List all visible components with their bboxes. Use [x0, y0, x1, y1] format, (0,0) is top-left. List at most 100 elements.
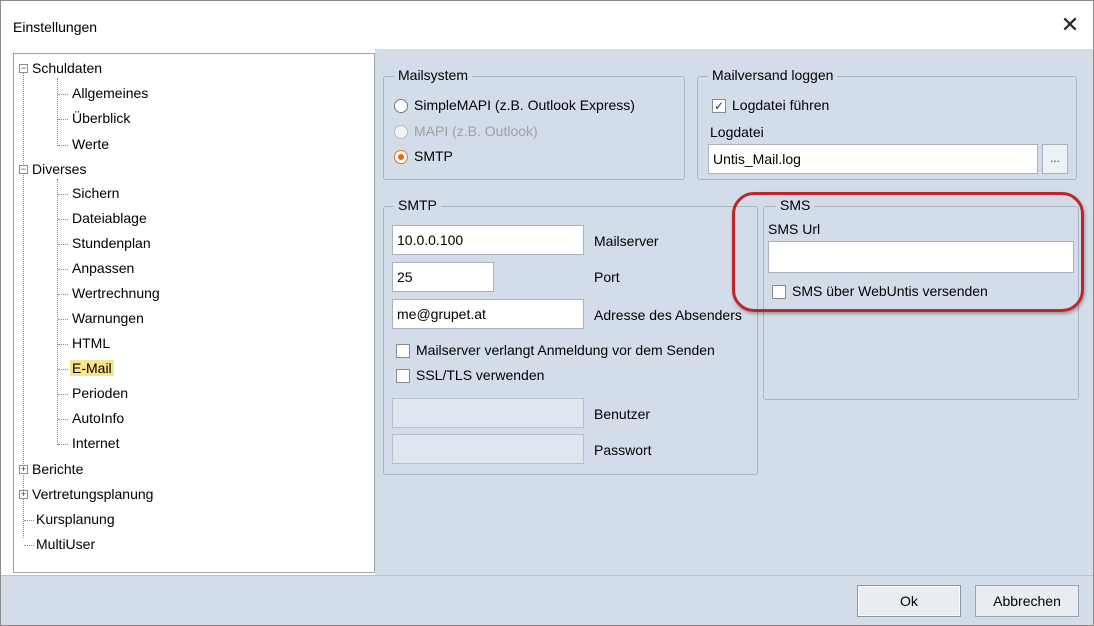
tree-node-html[interactable]: HTML	[72, 333, 110, 353]
tree-node-wertrechnung[interactable]: Wertrechnung	[72, 283, 160, 303]
tree-line	[58, 269, 68, 270]
tree-node-label: Warnungen	[72, 310, 144, 326]
smtp-group: SMTP 10.0.0.100 Mailserver 25 Port me@gr…	[383, 197, 758, 475]
auth-checkbox-label: Mailserver verlangt Anmeldung vor dem Se…	[416, 342, 715, 358]
mapi-radio[interactable]	[394, 125, 408, 139]
maillog-group-label: Mailversand loggen	[708, 67, 838, 83]
email-settings-panel: Mailsystem SimpleMAPI (z.B. Outlook Expr…	[375, 49, 1093, 575]
simplemapi-radio[interactable]	[394, 99, 408, 113]
tree-node-label: AutoInfo	[72, 410, 125, 426]
highlight-annotation	[732, 192, 1084, 312]
smtp-group-label: SMTP	[394, 197, 441, 213]
settings-dialog: Einstellungen ✕ − Schuldaten Allgemeines…	[0, 0, 1094, 626]
logfile-input[interactable]: Untis_Mail.log	[708, 144, 1038, 174]
tree-line	[24, 520, 34, 521]
ssl-checkbox-label: SSL/TLS verwenden	[416, 367, 545, 383]
tree-node-ueberblick[interactable]: Überblick	[72, 108, 130, 128]
tree-node-email[interactable]: E-Mail	[70, 358, 114, 378]
password-input[interactable]	[392, 434, 584, 464]
ok-button[interactable]: Ok	[857, 585, 961, 617]
tree-node-warnungen[interactable]: Warnungen	[72, 308, 144, 328]
collapse-icon[interactable]: −	[19, 165, 28, 174]
dialog-button-bar: Ok Abbrechen	[1, 575, 1093, 625]
tree-node-label: Internet	[72, 435, 120, 451]
logfile-checkbox-label: Logdatei führen	[732, 97, 830, 113]
tree-node-label: Wertrechnung	[72, 285, 160, 301]
logfile-checkbox[interactable]: ✓	[712, 99, 726, 113]
tree-node-perioden[interactable]: Perioden	[72, 383, 128, 403]
tree-node-label: E-Mail	[70, 360, 114, 376]
tree-line	[58, 219, 68, 220]
tree-line	[58, 294, 68, 295]
tree-line	[58, 419, 68, 420]
tree-node-dateiablage[interactable]: Dateiablage	[72, 208, 147, 228]
tree-node-internet[interactable]: Internet	[72, 433, 119, 453]
window-title: Einstellungen	[13, 19, 98, 35]
sender-address-input[interactable]: me@grupet.at	[392, 299, 584, 329]
title-bar: Einstellungen ✕	[1, 1, 1093, 49]
tree-node-vertretungsplanung[interactable]: Vertretungsplanung	[32, 484, 153, 504]
tree-line	[57, 78, 58, 146]
simplemapi-label: SimpleMAPI (z.B. Outlook Express)	[414, 97, 635, 113]
sender-address-label: Adresse des Absenders	[594, 307, 742, 323]
tree-line	[58, 394, 68, 395]
close-icon[interactable]: ✕	[1057, 13, 1083, 39]
tree-node-label: Berichte	[32, 461, 84, 477]
mapi-label: MAPI (z.B. Outlook)	[414, 123, 538, 139]
tree-node-multiuser[interactable]: MultiUser	[36, 534, 95, 554]
tree-node-label: HTML	[72, 335, 111, 351]
port-input[interactable]: 25	[392, 262, 494, 292]
tree-line	[58, 369, 68, 370]
ssl-checkbox[interactable]	[396, 369, 410, 383]
tree-node-label: Perioden	[72, 385, 129, 401]
tree-node-schuldaten[interactable]: Schuldaten	[32, 58, 102, 78]
cancel-button[interactable]: Abbrechen	[975, 585, 1079, 617]
tree-node-label: Überblick	[72, 110, 131, 126]
mailsystem-group-label: Mailsystem	[394, 67, 473, 83]
tree-line	[58, 119, 68, 120]
mailserver-label: Mailserver	[594, 233, 659, 249]
tree-node-diverses[interactable]: Diverses	[32, 159, 86, 179]
tree-line	[24, 545, 34, 546]
tree-node-berichte[interactable]: Berichte	[32, 459, 83, 479]
tree-node-stundenplan[interactable]: Stundenplan	[72, 233, 151, 253]
mailsystem-group: Mailsystem SimpleMAPI (z.B. Outlook Expr…	[383, 67, 685, 180]
tree-node-label: Diverses	[32, 161, 87, 177]
tree-node-werte[interactable]: Werte	[72, 134, 109, 154]
tree-node-label: Stundenplan	[72, 235, 151, 251]
tree-node-sichern[interactable]: Sichern	[72, 183, 119, 203]
tree-node-label: Dateiablage	[72, 210, 147, 226]
tree-node-label: Sichern	[72, 185, 120, 201]
smtp-radio[interactable]	[394, 150, 408, 164]
port-label: Port	[594, 269, 620, 285]
maillog-group: Mailversand loggen ✓ Logdatei führen Log…	[697, 67, 1077, 180]
smtp-radio-label: SMTP	[414, 148, 453, 164]
expand-icon[interactable]: +	[19, 490, 28, 499]
tree-line	[58, 344, 68, 345]
tree-node-label: Schuldaten	[32, 60, 103, 76]
tree-node-label: Werte	[72, 136, 110, 152]
username-label: Benutzer	[594, 406, 651, 422]
tree-line	[58, 145, 68, 146]
tree-node-kursplanung[interactable]: Kursplanung	[36, 509, 115, 529]
tree-node-label: Allgemeines	[72, 85, 149, 101]
tree-node-label: Kursplanung	[36, 511, 115, 527]
tree-node-autoinfo[interactable]: AutoInfo	[72, 408, 124, 428]
collapse-icon[interactable]: −	[19, 64, 28, 73]
tree-node-allgemeines[interactable]: Allgemeines	[72, 83, 148, 103]
tree-line	[58, 244, 68, 245]
logfile-label: Logdatei	[710, 124, 764, 140]
auth-checkbox[interactable]	[396, 344, 410, 358]
settings-tree: − Schuldaten Allgemeines Überblick Werte…	[13, 53, 375, 573]
expand-icon[interactable]: +	[19, 465, 28, 474]
password-label: Passwort	[594, 442, 652, 458]
tree-line	[58, 94, 68, 95]
tree-node-label: Vertretungsplanung	[32, 486, 154, 502]
tree-node-anpassen[interactable]: Anpassen	[72, 258, 134, 278]
mailserver-input[interactable]: 10.0.0.100	[392, 225, 584, 255]
tree-node-label: MultiUser	[36, 536, 96, 552]
tree-node-label: Anpassen	[72, 260, 135, 276]
tree-line	[58, 444, 68, 445]
browse-button[interactable]: ...	[1042, 144, 1068, 174]
username-input[interactable]	[392, 398, 584, 428]
